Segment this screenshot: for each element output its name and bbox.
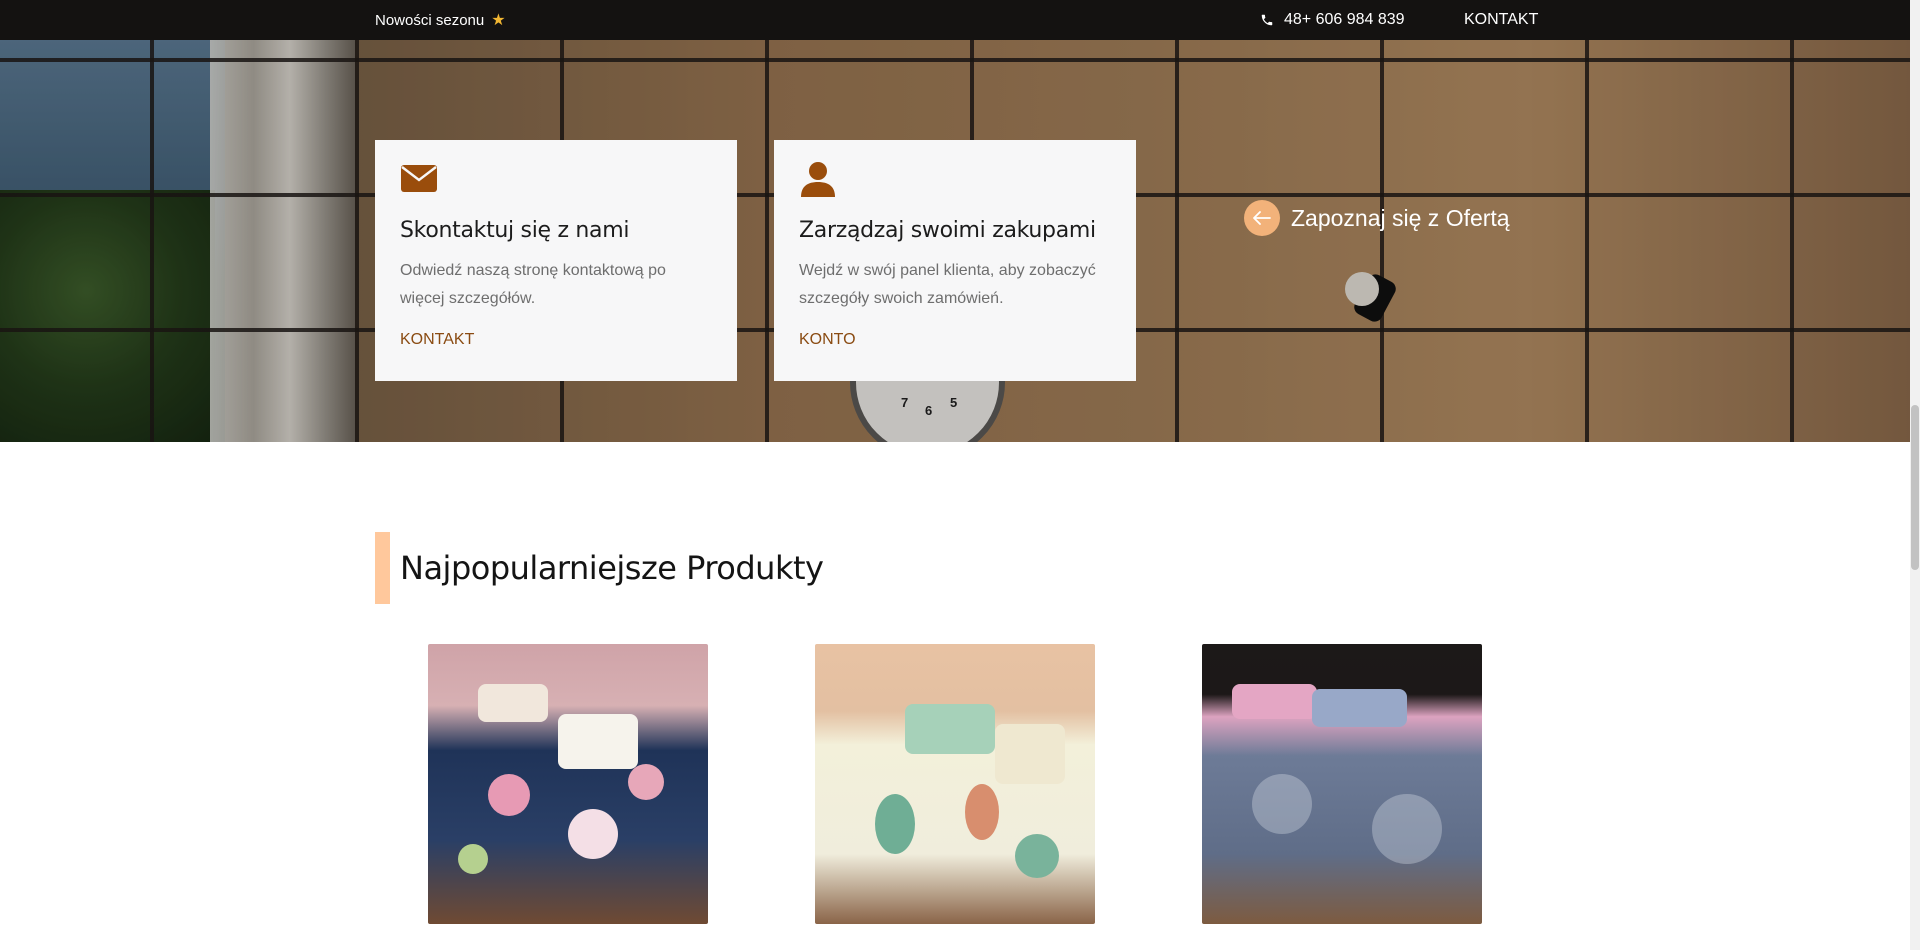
heading-accent-bar xyxy=(375,532,390,604)
account-card-title: Zarządzaj swoimi zakupami xyxy=(799,218,1096,243)
product-pillow xyxy=(1232,684,1317,719)
scrollbar-thumb[interactable] xyxy=(1911,405,1919,570)
product-flower xyxy=(458,844,488,874)
product-pillow xyxy=(1312,689,1407,727)
contact-card-text: Odwiedź naszą stronę kontaktową po więce… xyxy=(400,262,666,307)
product-tree-print xyxy=(1252,774,1312,834)
season-news-label: Nowości sezonu xyxy=(375,11,485,29)
product-image[interactable] xyxy=(1202,644,1482,924)
contact-card: Skontaktuj się z nami Odwiedź naszą stro… xyxy=(375,140,737,381)
contact-card-link[interactable]: KONTAKT xyxy=(400,331,712,349)
product-leaf xyxy=(1015,834,1059,878)
product-pillow xyxy=(558,714,638,769)
account-card: Zarządzaj swoimi zakupami Wejdź w swój p… xyxy=(774,140,1136,381)
account-card-link[interactable]: KONTO xyxy=(799,331,1111,349)
top-contact-link[interactable]: KONTAKT xyxy=(1464,0,1538,40)
offer-link[interactable]: Zapoznaj się z Ofertą xyxy=(1244,200,1510,236)
product-flower xyxy=(488,774,530,816)
phone-icon xyxy=(1261,14,1273,26)
top-bar: Nowości sezonu ★ 48+ 606 984 839 KONTAKT xyxy=(0,0,1910,40)
product-image[interactable] xyxy=(428,644,708,924)
product-leaf xyxy=(875,794,915,854)
envelope-icon xyxy=(401,165,437,192)
arrow-left-icon xyxy=(1244,200,1280,236)
product-pillow xyxy=(995,724,1065,784)
product-tree-print xyxy=(1372,794,1442,864)
product-leaf xyxy=(965,784,999,840)
section-title: Najpopularniejsze Produkty xyxy=(400,549,824,587)
product-image[interactable] xyxy=(815,644,1095,924)
phone-link[interactable]: 48+ 606 984 839 xyxy=(1260,0,1405,40)
contact-card-title: Skontaktuj się z nami xyxy=(400,218,630,243)
hero-section: 7 6 5 Skontaktuj się z nami Odwiedź nasz… xyxy=(0,40,1910,442)
season-news-link[interactable]: Nowości sezonu ★ xyxy=(375,0,506,40)
product-pillow xyxy=(478,684,548,722)
star-icon: ★ xyxy=(491,12,506,29)
popular-products-heading: Najpopularniejsze Produkty xyxy=(375,532,824,604)
product-flower xyxy=(568,809,618,859)
page-scrollbar[interactable] xyxy=(1910,0,1920,950)
account-card-text: Wejdź w swój panel klienta, aby zobaczyć… xyxy=(799,262,1096,307)
user-icon xyxy=(801,162,835,197)
product-pillow xyxy=(905,704,995,754)
phone-number: 48+ 606 984 839 xyxy=(1284,11,1405,28)
offer-label: Zapoznaj się z Ofertą xyxy=(1291,204,1510,231)
product-flower xyxy=(628,764,664,800)
